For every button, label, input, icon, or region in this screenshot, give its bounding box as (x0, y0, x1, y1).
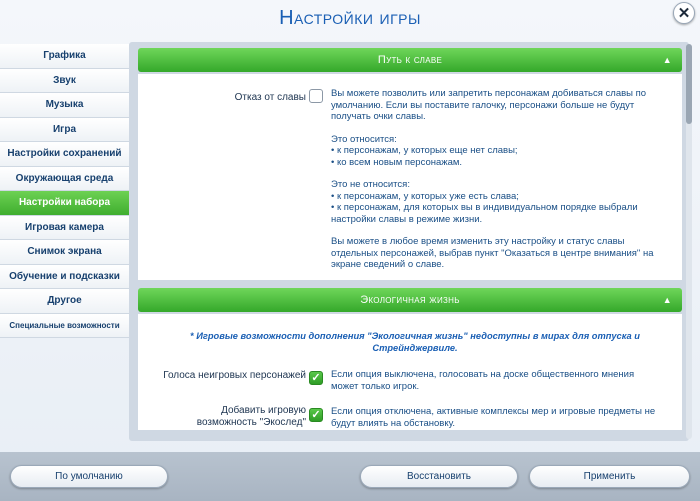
dialog-title: Настройки игры (279, 7, 421, 29)
fame-desc-change: Вы можете в любое время изменить эту нас… (331, 236, 654, 270)
eco-footprint-description: Если опция отключена, активные комплексы… (331, 406, 656, 429)
default-button[interactable]: По умолчанию (10, 465, 168, 488)
sidebar-item-camera[interactable]: Игровая камера (0, 215, 129, 240)
settings-sidebar: Графика Звук Музыка Игра Настройки сохра… (0, 44, 129, 338)
restore-button[interactable]: Восстановить (360, 465, 518, 488)
sidebar-item-save-settings[interactable]: Настройки сохранений (0, 142, 129, 167)
sidebar-item-pack-settings[interactable]: Настройки набора (0, 191, 129, 216)
sidebar-item-music[interactable]: Музыка (0, 93, 129, 118)
checkmark-icon: ✓ (311, 371, 321, 384)
sidebar-item-environment[interactable]: Окружающая среда (0, 166, 129, 191)
option-label-eco-footprint: Добавить игровую возможность "Экослед" (196, 405, 306, 428)
fame-desc-intro: Вы можете позволить или запретить персон… (331, 88, 647, 122)
sidebar-item-graphics[interactable]: Графика (0, 44, 129, 69)
apply-button[interactable]: Применить (529, 465, 690, 488)
option-label-npc-votes: Голоса неигровых персонажей (163, 370, 306, 381)
eco-availability-note: * Игровые возможности дополнения "Эколог… (190, 331, 640, 353)
close-icon: ✕ (677, 4, 691, 22)
sidebar-item-screenshot[interactable]: Снимок экрана (0, 240, 129, 265)
section-header-eco[interactable]: Экологичная жизнь ▲ (138, 288, 682, 312)
section-title-fame: Путь к славе (377, 54, 443, 66)
reject-fame-description: Вы можете позволить или запретить персон… (331, 88, 661, 282)
section-title-eco: Экологичная жизнь (360, 294, 460, 306)
sidebar-item-tutorial[interactable]: Обучение и подсказки (0, 264, 129, 289)
reject-fame-checkbox[interactable] (309, 89, 323, 103)
fame-desc-not-applies: Это не относится: • к персонажам, у кото… (331, 179, 638, 225)
npc-votes-checkbox[interactable]: ✓ (309, 371, 323, 385)
close-button[interactable]: ✕ (673, 2, 695, 24)
collapse-chevron-icon: ▲ (662, 55, 672, 65)
sidebar-item-sound[interactable]: Звук (0, 68, 129, 93)
npc-votes-description: Если опция выключена, голосовать на доск… (331, 369, 635, 392)
sidebar-item-accessibility[interactable]: Специальные возможности (0, 313, 129, 338)
option-label-reject-fame: Отказ от славы (234, 92, 306, 103)
section-header-fame[interactable]: Путь к славе ▲ (138, 48, 682, 72)
eco-footprint-checkbox[interactable]: ✓ (309, 408, 323, 422)
collapse-chevron-icon: ▲ (662, 295, 672, 305)
fame-desc-applies: Это относится: • к персонажам, у которых… (331, 133, 518, 168)
sidebar-item-game[interactable]: Игра (0, 117, 129, 142)
sidebar-item-other[interactable]: Другое (0, 289, 129, 314)
scrollbar-thumb[interactable] (686, 44, 692, 124)
checkmark-icon: ✓ (311, 408, 321, 421)
